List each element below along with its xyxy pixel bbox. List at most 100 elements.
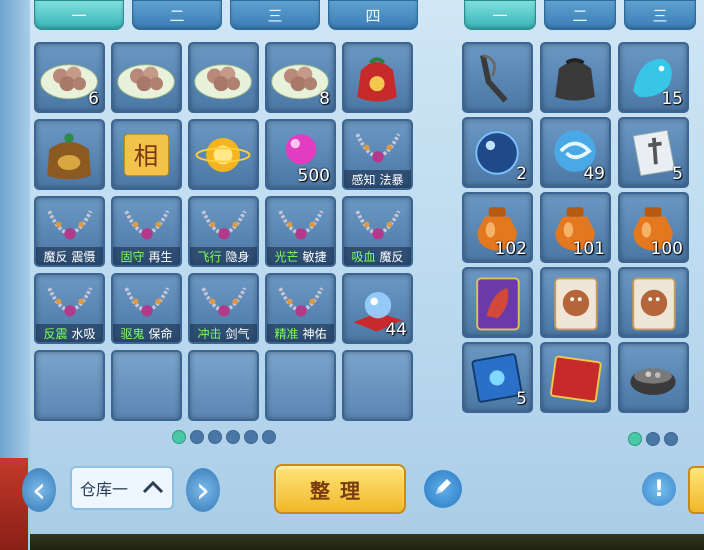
item-count: 8	[319, 89, 330, 109]
golden-orb-icon	[190, 121, 257, 188]
warehouse-page-dot[interactable]	[208, 430, 222, 444]
warehouse-panel: 一 二 三 四 6 8 相 500 感知 法暴 魔反 震慑 固守 再生 飞行 隐身 光芒 敏捷 吸血 魔反 反震…	[28, 0, 430, 460]
warehouse-slot[interactable]	[111, 350, 182, 421]
item-skill-label: 固守 再生	[113, 247, 180, 265]
warehouse-slot[interactable]: 反震 水吸	[34, 273, 105, 344]
warehouse-slot[interactable]	[34, 119, 105, 190]
skill-a: 感知	[351, 172, 376, 187]
warehouse-page-dot[interactable]	[190, 430, 204, 444]
edit-button[interactable]	[424, 470, 462, 508]
warehouse-slot[interactable]: 6	[34, 42, 105, 113]
prev-warehouse-button[interactable]: ‹	[22, 468, 56, 512]
bag-slot[interactable]	[462, 267, 533, 338]
bag-slot[interactable]: 101	[540, 192, 611, 263]
warehouse-slot[interactable]: 驱鬼 保命	[111, 273, 182, 344]
warehouse-slot[interactable]	[342, 42, 413, 113]
warehouse-slot[interactable]: 44	[342, 273, 413, 344]
warehouse-slot[interactable]	[111, 42, 182, 113]
warehouse-slot[interactable]: 精准 神佑	[265, 273, 336, 344]
dumplings-plate-icon	[190, 44, 257, 111]
bag-slot[interactable]: 5	[462, 342, 533, 413]
bag-page-dot[interactable]	[664, 432, 678, 446]
help-button[interactable]: !	[642, 472, 676, 506]
warehouse-page-dot[interactable]	[172, 430, 186, 444]
left-arrow-icon: ‹	[31, 469, 47, 511]
bag-tab-1[interactable]: 一	[464, 0, 536, 30]
item-count: 44	[385, 320, 407, 340]
warehouse-slot[interactable]	[188, 119, 259, 190]
bag-slot[interactable]: 102	[462, 192, 533, 263]
bag-slot[interactable]: 5	[618, 117, 689, 188]
warehouse-slot[interactable]	[265, 350, 336, 421]
warehouse-slot[interactable]: 冲击 剑气	[188, 273, 259, 344]
sort-button[interactable]: 整理	[274, 464, 406, 514]
bag-panel: 一 二 三 15 2 49 5 102 101 100 5	[458, 0, 704, 460]
skill-a: 飞行	[197, 249, 222, 264]
skill-b: 神佑	[302, 326, 327, 341]
tab-1[interactable]: 一	[34, 0, 124, 30]
skill-b: 敏捷	[302, 249, 327, 264]
item-skill-label: 光芒 敏捷	[267, 247, 334, 265]
slingshot-icon	[464, 44, 531, 111]
warehouse-slot[interactable]: 500	[265, 119, 336, 190]
bag-page-dot[interactable]	[628, 432, 642, 446]
bag-slot[interactable]: 15	[618, 42, 689, 113]
warehouse-slot[interactable]: 相	[111, 119, 182, 190]
bag-slot[interactable]	[540, 342, 611, 413]
skill-b: 法暴	[379, 172, 404, 187]
skill-a: 固守	[120, 249, 145, 264]
next-warehouse-button[interactable]: ›	[186, 468, 220, 512]
bag-slot[interactable]	[618, 267, 689, 338]
item-count: 102	[494, 239, 527, 259]
skill-b: 水吸	[71, 326, 96, 341]
bag-slot[interactable]	[618, 342, 689, 413]
warehouse-slot[interactable]	[188, 350, 259, 421]
tab-2[interactable]: 二	[132, 0, 222, 30]
bag-page-dot[interactable]	[646, 432, 660, 446]
bag-slot[interactable]: 49	[540, 117, 611, 188]
tab-4[interactable]: 四	[328, 0, 418, 30]
warehouse-select[interactable]: 仓库一	[70, 466, 174, 510]
warehouse-slot[interactable]	[342, 350, 413, 421]
warehouse-page-dot[interactable]	[262, 430, 276, 444]
warehouse-slot[interactable]	[188, 42, 259, 113]
bag-slot[interactable]: 2	[462, 117, 533, 188]
warehouse-page-dot[interactable]	[244, 430, 258, 444]
skill-a: 光芒	[274, 249, 299, 264]
warehouse-slot[interactable]: 飞行 隐身	[188, 196, 259, 267]
warehouse-slot[interactable]: 吸血 魔反	[342, 196, 413, 267]
red-book-icon	[542, 344, 609, 411]
bag-slot[interactable]: 100	[618, 192, 689, 263]
skill-a: 精准	[274, 326, 299, 341]
warehouse-slot[interactable]: 固守 再生	[111, 196, 182, 267]
partial-gold-button[interactable]	[688, 466, 704, 514]
item-skill-label: 吸血 魔反	[344, 247, 411, 265]
bag-tab-2[interactable]: 二	[544, 0, 616, 30]
item-count: 500	[297, 166, 330, 186]
right-arrow-icon: ›	[195, 469, 211, 511]
bag-slot[interactable]	[462, 42, 533, 113]
banner-flag	[0, 458, 28, 550]
warehouse-slot[interactable]: 8	[265, 42, 336, 113]
skill-b: 保命	[148, 326, 173, 341]
skill-a: 魔反	[43, 249, 68, 264]
item-count: 5	[516, 389, 527, 409]
item-count: 2	[516, 164, 527, 184]
warehouse-slot[interactable]	[34, 350, 105, 421]
bag-tabs: 一 二 三	[464, 0, 696, 30]
bag-slot[interactable]	[540, 42, 611, 113]
bag-slot[interactable]	[540, 267, 611, 338]
bag-tab-3[interactable]: 三	[624, 0, 696, 30]
warehouse-slot[interactable]: 感知 法暴	[342, 119, 413, 190]
skill-a: 吸血	[351, 249, 376, 264]
item-skill-label: 魔反 震慑	[36, 247, 103, 265]
dragon-card-icon	[464, 269, 531, 336]
xiang-scroll-icon: 相	[113, 121, 180, 188]
warehouse-slot[interactable]: 魔反 震慑	[34, 196, 105, 267]
skill-a: 反震	[43, 326, 68, 341]
warehouse-slot[interactable]: 光芒 敏捷	[265, 196, 336, 267]
warehouse-tabs: 一 二 三 四	[34, 0, 418, 30]
warehouse-page-dot[interactable]	[226, 430, 240, 444]
skill-b: 再生	[148, 249, 173, 264]
tab-3[interactable]: 三	[230, 0, 320, 30]
